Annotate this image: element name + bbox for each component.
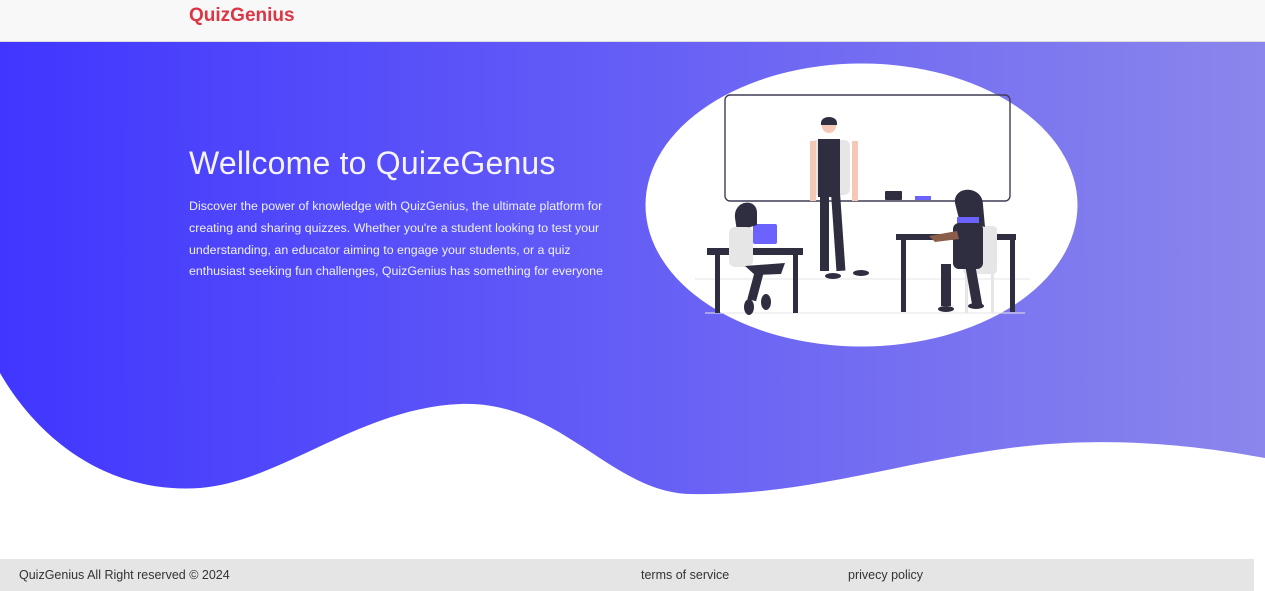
footer-copyright: QuizGenius All Right reserved © 2024 bbox=[19, 568, 230, 582]
hero-title: Wellcome to QuizeGenus bbox=[189, 145, 556, 181]
terms-of-service-link[interactable]: terms of service bbox=[641, 568, 729, 582]
hero-section: Wellcome to QuizeGenus Discover the powe… bbox=[0, 42, 1265, 512]
navbar: QuizGenius bbox=[0, 0, 1265, 42]
brand-logo-link[interactable]: QuizGenius bbox=[189, 5, 295, 27]
classroom-illustration bbox=[645, 63, 1078, 347]
privacy-policy-link[interactable]: privecy policy bbox=[848, 568, 923, 582]
hero-description: Discover the power of knowledge with Qui… bbox=[189, 199, 603, 279]
footer: QuizGenius All Right reserved © 2024 ter… bbox=[0, 559, 1254, 591]
